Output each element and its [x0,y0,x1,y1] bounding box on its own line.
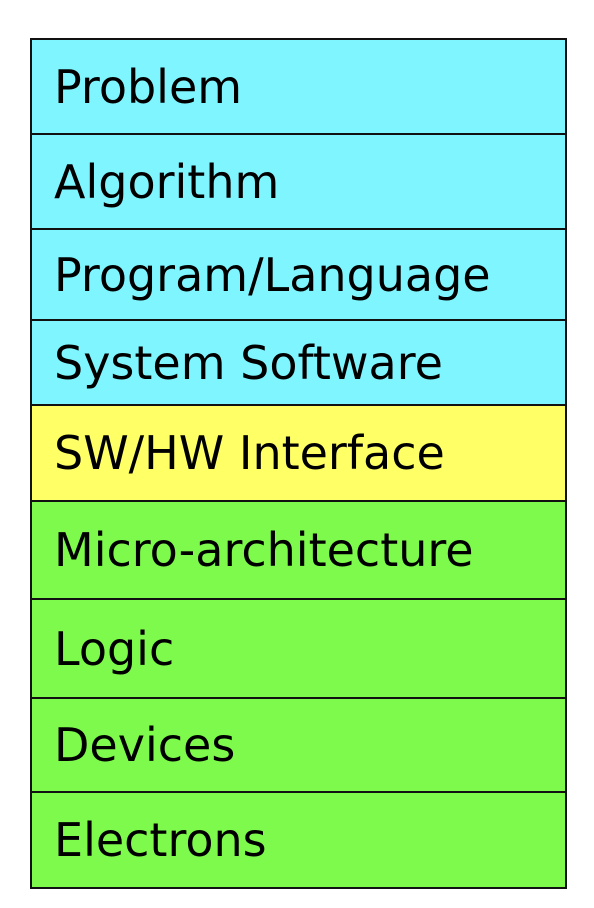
layer-micro-architecture: Micro-architecture [30,500,567,600]
layer-label: System Software [54,335,443,390]
layer-label: Micro-architecture [54,523,474,577]
layer-label: SW/HW Interface [54,426,445,480]
layer-sw-hw-interface: SW/HW Interface [30,404,567,502]
layer-label: Devices [54,718,236,772]
layer-label: Program/Language [54,247,491,302]
layer-devices: Devices [30,697,567,793]
layer-label: Problem [54,59,243,114]
layer-algorithm: Algorithm [30,133,567,230]
layer-logic: Logic [30,598,567,699]
layer-program-language: Program/Language [30,228,567,321]
layer-system-software: System Software [30,319,567,406]
layer-label: Electrons [54,813,267,867]
layer-label: Logic [54,621,175,676]
abstraction-layer-stack: Problem Algorithm Program/Language Syste… [30,38,567,889]
layer-label: Algorithm [54,154,280,209]
layer-problem: Problem [30,38,567,135]
layer-electrons: Electrons [30,791,567,889]
